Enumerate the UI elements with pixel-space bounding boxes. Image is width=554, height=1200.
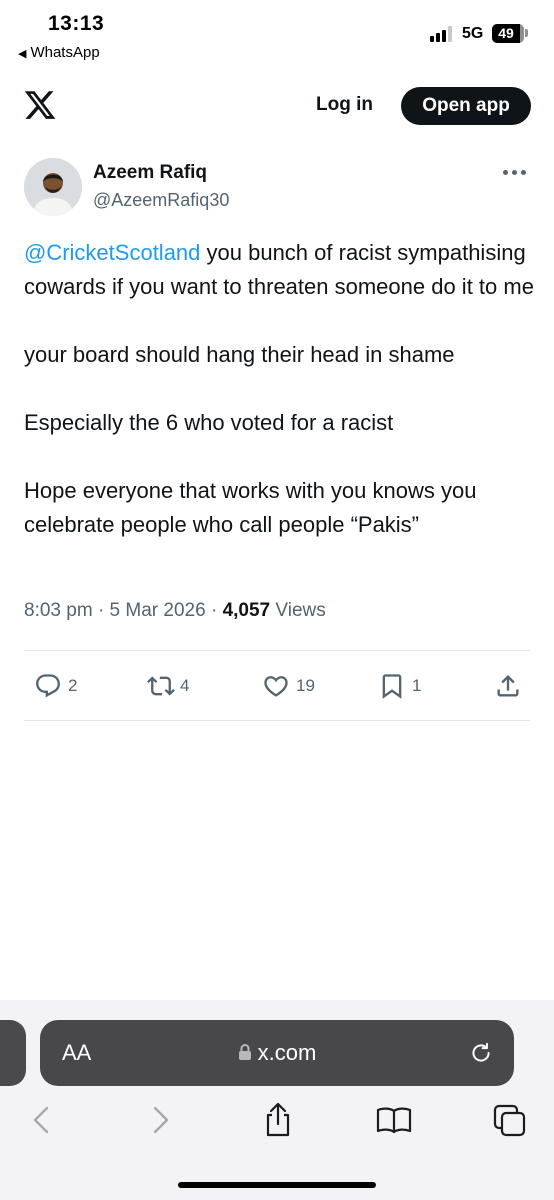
previous-tab-preview[interactable]: [0, 1020, 26, 1086]
views-count: 4,057: [222, 600, 271, 621]
tabs-button[interactable]: [490, 1100, 530, 1140]
back-button[interactable]: [24, 1100, 64, 1140]
reload-icon[interactable]: [468, 1040, 494, 1066]
retweet-count: 4: [180, 676, 190, 695]
views-label: Views: [275, 600, 326, 621]
chevron-right-icon: [153, 1106, 169, 1134]
browser-bottom-bar: AA x.com: [0, 1000, 554, 1200]
tweet-date[interactable]: 5 Mar 2026: [110, 600, 206, 621]
lock-icon: [238, 1044, 251, 1060]
tweet-time[interactable]: 8:03 pm: [24, 600, 93, 621]
meta-separator: ·: [210, 600, 223, 621]
tweet-paragraph: your board should hang their head in sha…: [24, 342, 455, 367]
book-icon: [376, 1107, 412, 1134]
network-type: 5G: [462, 25, 484, 42]
meta-separator: ·: [97, 600, 110, 621]
bookmark-count: 1: [412, 676, 422, 695]
back-to-app-link[interactable]: ◀ WhatsApp: [18, 44, 100, 61]
tweet-actions: 2 4 19 1: [0, 670, 554, 702]
author-handle[interactable]: @AzeemRafiq30: [93, 190, 229, 211]
open-app-button[interactable]: Open app: [401, 87, 531, 125]
mention-link[interactable]: @CricketScotland: [24, 240, 200, 265]
reply-button[interactable]: 2: [34, 670, 84, 702]
avatar[interactable]: [24, 158, 82, 216]
status-time: 13:13: [48, 12, 105, 35]
heart-icon: [264, 676, 288, 697]
tweet-meta: 8:03 pm · 5 Mar 2026 · 4,057 Views: [24, 600, 326, 622]
divider: [24, 720, 530, 721]
back-triangle-icon: ◀: [18, 48, 27, 60]
bookmark-button[interactable]: 1: [378, 670, 428, 702]
reply-icon: [36, 674, 60, 698]
status-bar: 13:13 ◀ WhatsApp 5G 49: [0, 0, 554, 70]
tabs-icon: [493, 1104, 526, 1137]
reply-count: 2: [68, 676, 78, 695]
more-options-icon[interactable]: [503, 170, 527, 176]
battery-cap: [525, 29, 528, 37]
like-count: 19: [296, 676, 315, 695]
cellular-signal-icon: [430, 26, 456, 42]
retweet-icon: [147, 676, 175, 696]
tweet-paragraph: Especially the 6 who voted for a racist: [24, 410, 394, 435]
forward-button[interactable]: [142, 1100, 182, 1140]
x-logo-icon[interactable]: [22, 88, 58, 122]
like-button[interactable]: 19: [262, 670, 322, 702]
login-link[interactable]: Log in: [316, 94, 373, 116]
battery-icon: 49: [492, 24, 524, 43]
author-name[interactable]: Azeem Rafiq: [93, 162, 207, 184]
address-bar[interactable]: AA x.com: [40, 1020, 514, 1086]
back-app-label: WhatsApp: [30, 44, 100, 61]
share-sheet-button[interactable]: [258, 1100, 298, 1140]
tweet-paragraph: Hope everyone that works with you knows …: [24, 478, 477, 537]
retweet-button[interactable]: 4: [146, 670, 206, 702]
tweet-paragraph: @CricketScotland you bunch of racist sym…: [24, 236, 534, 304]
chevron-left-icon: [33, 1106, 49, 1134]
home-indicator[interactable]: [178, 1182, 376, 1188]
divider: [24, 650, 530, 651]
x-header: Log in Open app: [0, 70, 554, 140]
bookmarks-button[interactable]: [374, 1100, 414, 1140]
browser-toolbar: [0, 1100, 554, 1140]
url-text: x.com: [257, 1040, 317, 1065]
battery-percent: 49: [498, 25, 514, 41]
share-icon: [497, 675, 519, 697]
bookmark-icon: [382, 674, 402, 699]
tweet-text: @CricketScotland you bunch of racist sym…: [24, 236, 534, 542]
avatar-photo-icon: [24, 158, 82, 216]
url-field[interactable]: x.com: [40, 1040, 514, 1066]
share-button[interactable]: [494, 670, 524, 702]
share-icon: [266, 1102, 290, 1137]
